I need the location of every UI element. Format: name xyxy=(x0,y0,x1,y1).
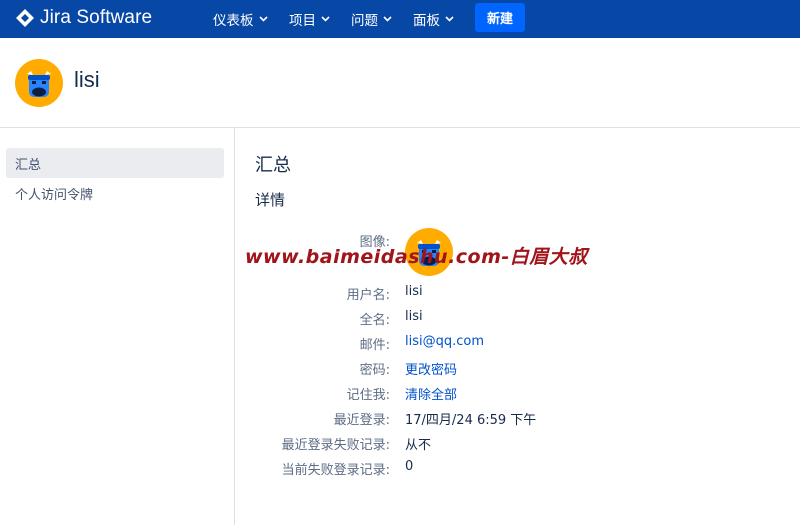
clear-all-link[interactable]: 清除全部 xyxy=(405,384,457,403)
nav-menu-projects[interactable]: 项目 xyxy=(289,0,330,38)
last-failed-login-row: 最近登录失败记录: 从不 xyxy=(240,434,760,454)
sidebar-item-summary[interactable]: 汇总 xyxy=(6,148,224,178)
fullname-row: 全名: lisi xyxy=(240,309,760,329)
fullname-value: lisi xyxy=(405,309,423,324)
nav-menu-issues[interactable]: 问题 xyxy=(351,0,392,38)
username-row: 用户名: lisi xyxy=(240,284,760,304)
nav-menu-label: 问题 xyxy=(351,13,378,29)
last-failed-login-label: 最近登录失败记录: xyxy=(281,438,390,453)
sidebar-item-personal-access-tokens[interactable]: 个人访问令牌 xyxy=(6,178,224,208)
last-login-value: 17/四月/24 6:59 下午 xyxy=(405,413,537,428)
profile-sidebar: 汇总 个人访问令牌 xyxy=(0,128,235,525)
last-login-label: 最近登录: xyxy=(333,413,390,428)
nav-menu-dashboards[interactable]: 仪表板 xyxy=(213,0,268,38)
current-failed-login-value: 0 xyxy=(405,459,414,474)
details-heading: 详情 xyxy=(255,191,286,209)
chevron-down-icon xyxy=(383,16,392,22)
nav-menu-label: 仪表板 xyxy=(213,13,254,29)
user-avatar-icon[interactable] xyxy=(15,59,63,107)
password-row: 密码: 更改密码 xyxy=(240,359,760,379)
chevron-down-icon xyxy=(258,16,268,22)
top-navigation-bar: Jira Software 仪表板 项目 问题 面板 新建 xyxy=(0,0,800,38)
email-link[interactable]: lisi@qq.com xyxy=(405,334,484,349)
fullname-label: 全名: xyxy=(359,313,390,328)
last-login-row: 最近登录: 17/四月/24 6:59 下午 xyxy=(240,409,760,429)
page-title: 汇总 xyxy=(255,155,291,176)
last-failed-login-value: 从不 xyxy=(405,438,432,453)
jira-logo[interactable]: Jira Software xyxy=(16,6,152,30)
current-failed-login-row: 当前失败登录记录: 0 xyxy=(240,459,760,479)
change-password-link[interactable]: 更改密码 xyxy=(405,359,457,378)
remember-me-label: 记住我: xyxy=(346,388,390,403)
sidebar-item-label: 汇总 xyxy=(15,157,42,173)
jira-diamond-icon xyxy=(16,9,34,27)
profile-name: lisi xyxy=(74,67,100,92)
sidebar-item-label: 个人访问令牌 xyxy=(15,187,94,203)
chevron-down-icon xyxy=(321,16,330,22)
watermark-text: www.baimeidashu.com-白眉大叔 xyxy=(245,246,588,268)
remember-me-row: 记住我: 清除全部 xyxy=(240,384,760,404)
nav-menu-label: 面板 xyxy=(413,13,440,29)
password-label: 密码: xyxy=(359,363,390,378)
current-failed-login-label: 当前失败登录记录: xyxy=(281,463,390,478)
nav-menu-boards[interactable]: 面板 xyxy=(413,0,454,38)
profile-header: lisi xyxy=(0,38,800,128)
logo-text: Jira Software xyxy=(40,7,153,28)
create-button[interactable]: 新建 xyxy=(475,3,525,32)
nav-menu-label: 项目 xyxy=(289,13,316,29)
username-label: 用户名: xyxy=(346,288,390,303)
chevron-down-icon xyxy=(445,16,454,22)
email-label: 邮件: xyxy=(359,338,390,353)
email-row: 邮件: lisi@qq.com xyxy=(240,334,760,354)
username-value: lisi xyxy=(405,284,423,299)
